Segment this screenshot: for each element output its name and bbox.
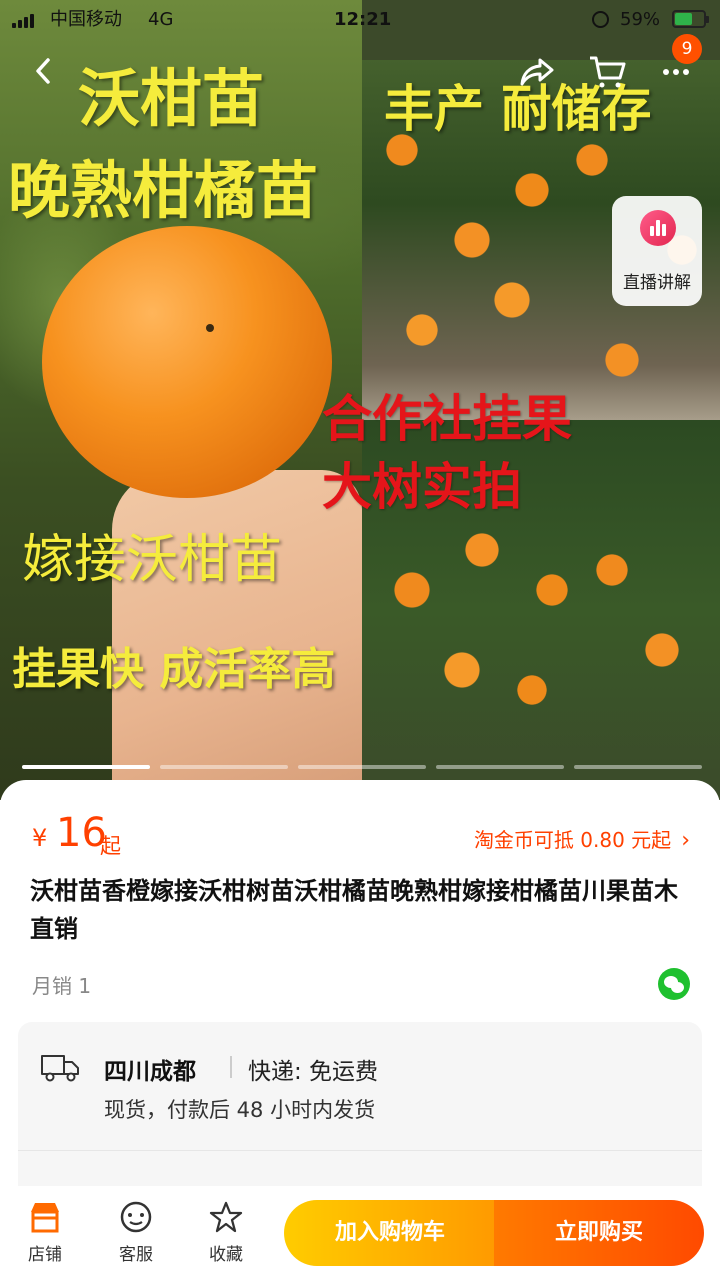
price-suffix: 起 bbox=[100, 834, 121, 858]
shipping-info-box[interactable]: 四川成都 快递: 免运费 现货，付款后 48 小时内发货 bbox=[18, 1022, 702, 1202]
coin-offer-link[interactable]: 淘金币可抵 0.80 元起 › bbox=[474, 824, 690, 853]
wechat-share-icon[interactable] bbox=[658, 968, 690, 1000]
product-info-card: ¥ 16 起 淘金币可抵 0.80 元起 › 沃柑苗香橙嫁接沃柑树苗沃柑橘苗晚熟柑… bbox=[0, 780, 720, 1202]
share-icon[interactable] bbox=[518, 54, 556, 90]
back-icon[interactable] bbox=[28, 54, 60, 88]
signal-icon bbox=[12, 12, 40, 28]
orange-stem-dot bbox=[206, 324, 214, 332]
monthly-sales: 月销 1 bbox=[32, 974, 92, 998]
product-image-carousel[interactable]: 沃柑苗 晚熟柑橘苗 丰产 耐储存 合作社挂果 大树实拍 嫁接沃柑苗 挂果快 成活… bbox=[0, 0, 720, 800]
hand-image bbox=[112, 470, 362, 800]
tab-store[interactable]: 店铺 bbox=[10, 1200, 80, 1265]
buy-now-button[interactable]: 立即购买 bbox=[494, 1200, 704, 1266]
currency-symbol: ¥ bbox=[32, 824, 48, 852]
tab-customer-service[interactable]: 客服 bbox=[101, 1200, 171, 1265]
pager-dot bbox=[436, 765, 564, 769]
section-divider bbox=[18, 1150, 702, 1151]
product-title: 沃柑苗香橙嫁接沃柑树苗沃柑橘苗晚熟柑嫁接柑橘苗川果苗木直销 bbox=[30, 877, 678, 943]
shipping-note: 现货，付款后 48 小时内发货 bbox=[104, 1098, 376, 1122]
hero-feature-text: 丰产 耐储存 bbox=[384, 80, 652, 138]
tab-favorite[interactable]: 收藏 bbox=[191, 1200, 261, 1265]
tab-service-label: 客服 bbox=[119, 1245, 153, 1265]
star-icon bbox=[209, 1201, 243, 1233]
network-type: 4G bbox=[148, 9, 174, 30]
divider bbox=[230, 1056, 232, 1078]
customer-service-icon bbox=[120, 1201, 152, 1233]
live-stream-icon bbox=[640, 210, 676, 246]
hero-coop-text-2: 大树实拍 bbox=[322, 458, 522, 516]
pager-dot-active bbox=[22, 765, 150, 769]
orange-fruit-image bbox=[42, 226, 332, 498]
shipping-method: 快递: 免运费 bbox=[248, 1059, 379, 1085]
hero-graft-text: 嫁接沃柑苗 bbox=[22, 530, 283, 590]
carrier-name: 中国移动 bbox=[50, 9, 122, 30]
hero-benefit-text: 挂果快 成活率高 bbox=[12, 644, 336, 695]
status-bar: 中国移动 4G 12:21 59% bbox=[0, 0, 720, 40]
cart-icon[interactable] bbox=[588, 54, 628, 90]
pager-dot bbox=[160, 765, 288, 769]
clock: 12:21 bbox=[334, 9, 392, 30]
battery-icon bbox=[672, 10, 709, 28]
rotation-lock-icon bbox=[592, 11, 609, 28]
pager-dot bbox=[574, 765, 702, 769]
add-to-cart-button[interactable]: 加入购物车 bbox=[284, 1200, 496, 1266]
bottom-action-bar: 店铺 客服 收藏 加入购物车 立即购买 bbox=[0, 1186, 720, 1280]
battery-percent: 59% bbox=[620, 9, 661, 30]
hero-coop-text-1: 合作社挂果 bbox=[322, 390, 572, 448]
hero-title-1: 沃柑苗 bbox=[78, 62, 265, 135]
coin-offer-text: 淘金币可抵 0.80 元起 bbox=[473, 828, 672, 852]
store-icon bbox=[31, 1203, 59, 1233]
tab-store-label: 店铺 bbox=[28, 1245, 62, 1265]
cart-badge: 9 bbox=[672, 34, 702, 64]
live-explain-button[interactable]: 直播讲解 bbox=[612, 196, 702, 306]
chevron-right-icon: › bbox=[681, 828, 690, 853]
carousel-pager bbox=[22, 765, 702, 769]
truck-icon bbox=[40, 1050, 80, 1084]
tab-favorite-label: 收藏 bbox=[209, 1245, 243, 1265]
live-explain-label: 直播讲解 bbox=[623, 273, 691, 293]
ship-from-location: 四川成都 bbox=[104, 1059, 196, 1085]
hero-title-2: 晚熟柑橘苗 bbox=[8, 154, 319, 227]
pager-dot bbox=[298, 765, 426, 769]
